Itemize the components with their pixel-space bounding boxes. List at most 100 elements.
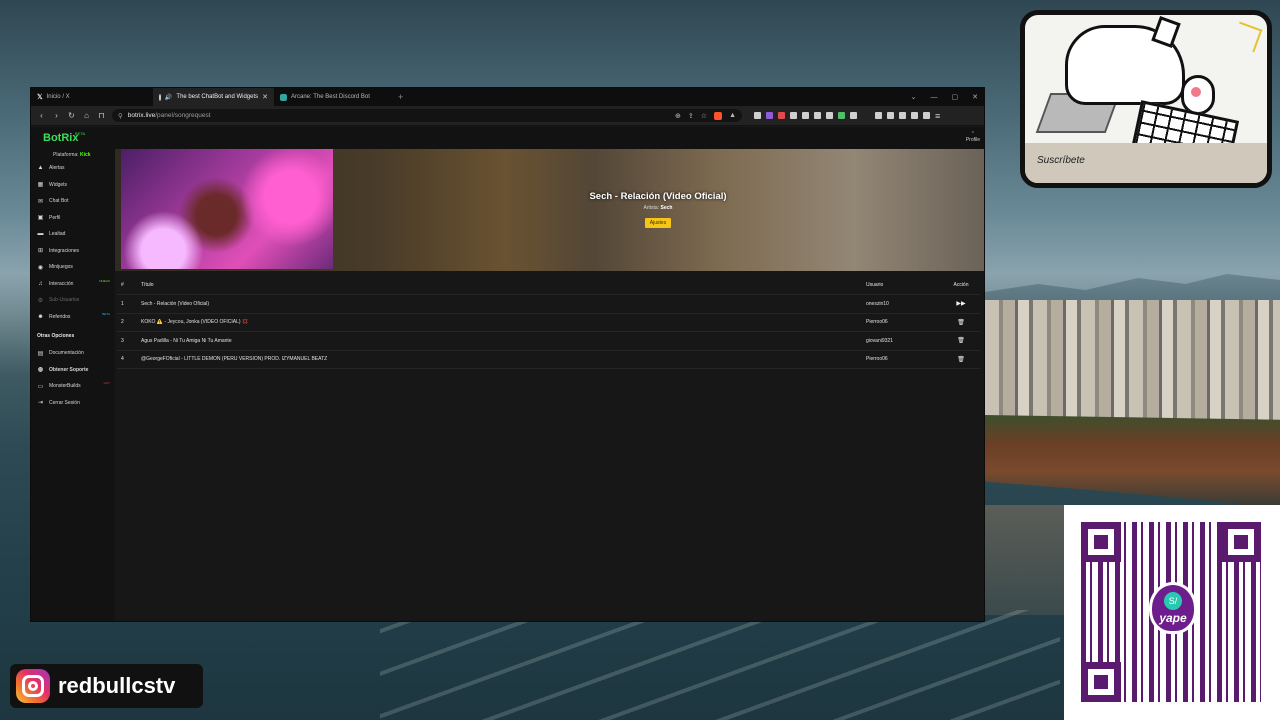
yape-logo-icon: S/ yape: [1149, 582, 1197, 634]
sidebar-item-chat-bot[interactable]: ✉ Chat Bot: [31, 193, 115, 210]
sidebar-item-label: Perfil: [49, 214, 61, 221]
tab-list-icon[interactable]: ⌄: [911, 93, 917, 101]
extension-icon[interactable]: [826, 112, 833, 119]
extensions-puzzle-icon[interactable]: [911, 112, 918, 119]
cat-sign-text: Suscríbete: [1025, 143, 1267, 183]
alert-icon: ▲: [37, 165, 44, 172]
platform-indicator: Plataforma: Kick: [31, 149, 115, 160]
trash-icon[interactable]: 🗑: [957, 320, 965, 326]
sidebar-item-widgets[interactable]: ▦ Widgets: [31, 177, 115, 194]
extension-icon[interactable]: [766, 112, 773, 119]
tab-bar: 𝕏 Inicio / X 🔊 The best ChatBot and Widg…: [31, 88, 984, 106]
share-icon[interactable]: ⇪: [688, 112, 694, 120]
profile-label: Profile: [965, 137, 980, 143]
trash-icon[interactable]: 🗑: [957, 357, 965, 363]
sidebar: Plataforma: Kick ▲ Alertas ▦ Widgets ✉ Chat B…: [31, 149, 115, 621]
vpn-icon[interactable]: [923, 112, 930, 119]
sidebar-icon[interactable]: [887, 112, 894, 119]
bookmark-star-icon[interactable]: ☆: [701, 112, 707, 120]
botrix-icon: [159, 93, 161, 101]
sidebar-item-label: Alertas: [49, 165, 65, 172]
row-user: giovani9321: [866, 337, 893, 344]
row-title: KOKO ⚠️ - Jeycou, Jonka (VIDEO OFICIAL) …: [141, 319, 249, 326]
sidebar-item-documentación[interactable]: ▤ Documentación: [31, 345, 115, 362]
city-skyline: [985, 300, 1280, 420]
extension-icon[interactable]: [838, 112, 845, 119]
brave-shield-icon[interactable]: [714, 111, 723, 120]
media-icon[interactable]: [875, 112, 882, 119]
sidebar-item-monsterbuilds[interactable]: ▭ MonsterBuilds HOT: [31, 378, 115, 395]
sidebar-item-obtener-soporte[interactable]: ◍ Obtener Soporte: [31, 362, 115, 379]
tab-x[interactable]: 𝕏 Inicio / X: [31, 88, 153, 106]
paw-pad-drawing: [1191, 87, 1201, 97]
sidebar-item-label: Interacción: [49, 280, 74, 287]
back-icon[interactable]: ‹: [37, 111, 46, 120]
brave-rewards-icon[interactable]: ▲: [729, 112, 736, 119]
row-title: Sech - Relación (Video Oficial): [141, 300, 209, 307]
botrix-logo[interactable]: BotRix: [43, 132, 78, 144]
extension-icon[interactable]: [850, 112, 857, 119]
support-icon: ◍: [37, 367, 44, 374]
x-logo-icon: 𝕏: [37, 93, 43, 101]
sidebar-item-perfil[interactable]: ▣ Perfil: [31, 210, 115, 227]
yape-wordmark: yape: [1159, 610, 1187, 625]
extension-icon[interactable]: [754, 112, 761, 119]
now-playing-title: Sech - Relación (Video Oficial): [589, 191, 727, 202]
zoom-icon[interactable]: ⊕: [675, 112, 681, 120]
extension-icon[interactable]: [814, 112, 821, 119]
song-request-panel: Sech - Relación (Video Oficial) Artista:…: [115, 149, 984, 621]
forward-icon[interactable]: ›: [52, 111, 61, 120]
tab-arcane[interactable]: Arcane: The Best Discord Bot: [274, 88, 394, 106]
profile-button[interactable]: ⌃ Profile: [966, 131, 980, 143]
menu-icon[interactable]: ≡: [935, 111, 940, 121]
row-action: 🗑: [942, 356, 980, 363]
table-header: # Título Usuario Acción: [117, 275, 980, 295]
sidebar-item-interacción[interactable]: ♫ Interacción NUEVO: [31, 276, 115, 293]
tab-botrix[interactable]: 🔊 The best ChatBot and Widgets ✕: [153, 88, 274, 106]
sidebar-item-label: Minijuegos: [49, 264, 73, 271]
window-controls: ⌄ — ▢ ✕: [911, 88, 978, 106]
sidebar-item-minijuegos[interactable]: ◉ Minijuegos: [31, 259, 115, 276]
sidebar-item-label: Widgets: [49, 181, 68, 188]
site-info-icon[interactable]: ⚲: [118, 112, 123, 120]
widgets-icon: ▦: [37, 182, 44, 189]
sidebar-item-integraciones[interactable]: ⊞ Integraciones: [31, 243, 115, 260]
browser-window: 𝕏 Inicio / X 🔊 The best ChatBot and Widg…: [30, 87, 985, 622]
reload-icon[interactable]: ↻: [67, 111, 76, 120]
close-tab-icon[interactable]: ✕: [262, 93, 268, 101]
ocean-waves: [380, 610, 1060, 720]
shoreline: [985, 505, 1075, 615]
speaker-icon[interactable]: 🔊: [165, 94, 172, 101]
row-num: 1: [121, 300, 124, 307]
extension-icon[interactable]: [790, 112, 797, 119]
instagram-icon: [16, 669, 50, 703]
extension-icon[interactable]: [802, 112, 809, 119]
profile-icon: ▣: [37, 215, 44, 222]
header-title: Título: [141, 281, 154, 288]
new-tab-button[interactable]: +: [398, 92, 403, 102]
settings-button[interactable]: Ajustes: [644, 218, 672, 228]
sidebar-item-lealtad[interactable]: ▬ Lealtad: [31, 226, 115, 243]
home-icon[interactable]: ⌂: [82, 111, 91, 120]
row-num: 4: [121, 356, 124, 363]
trash-icon[interactable]: 🗑: [957, 338, 965, 344]
row-title: @GeorgeFOficial - LITTLE DEMON (PERU VER…: [141, 356, 328, 363]
wallet-icon[interactable]: [899, 112, 906, 119]
header-action: Acción: [953, 281, 969, 288]
sidebar-item-alertas[interactable]: ▲ Alertas: [31, 160, 115, 177]
maximize-icon[interactable]: ▢: [952, 93, 959, 101]
extension-icon[interactable]: [778, 112, 785, 119]
instagram-badge: redbullcstv: [10, 664, 203, 708]
sidebar-item-cerrar-sesión[interactable]: ⇥ Cerrar Sesión: [31, 395, 115, 412]
bookmark-icon[interactable]: ⊓: [97, 111, 106, 120]
skip-icon[interactable]: ▶▶: [956, 301, 965, 307]
address-bar[interactable]: ⚲ botrix.live/panel/songrequest ⊕ ⇪ ☆ ▲: [112, 109, 742, 122]
integrations-icon: ⊞: [37, 248, 44, 255]
video-thumbnail[interactable]: [121, 149, 333, 269]
url-host: botrix.live: [127, 112, 156, 119]
sidebar-badge: HOT: [103, 381, 110, 385]
extension-icons: ≡: [754, 111, 940, 121]
close-window-icon[interactable]: ✕: [972, 93, 978, 101]
minimize-icon[interactable]: —: [931, 94, 938, 101]
sidebar-item-referidos[interactable]: ☻ Referidos BETA: [31, 309, 115, 326]
